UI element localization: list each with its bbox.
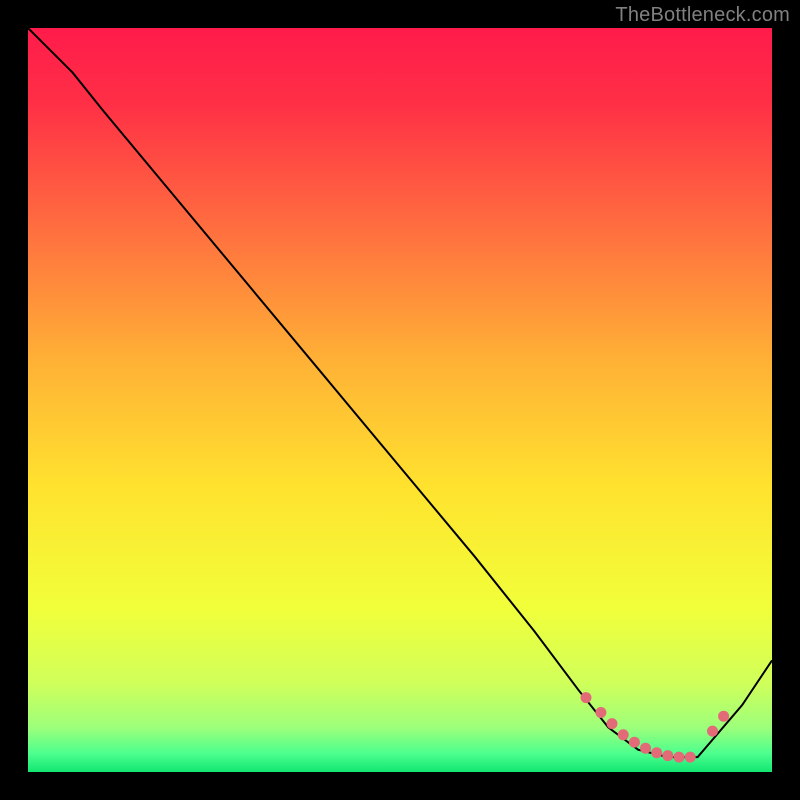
plot-background <box>28 28 772 772</box>
attribution-text: TheBottleneck.com <box>615 4 790 27</box>
marker-dot <box>629 737 640 748</box>
marker-dot <box>640 743 651 754</box>
marker-dot <box>685 752 696 763</box>
marker-dot <box>662 750 673 761</box>
marker-dot <box>718 711 729 722</box>
bottleneck-chart <box>0 0 800 800</box>
marker-dot <box>618 729 629 740</box>
chart-container: { "attribution": "TheBottleneck.com", "c… <box>0 0 800 800</box>
marker-dot <box>581 692 592 703</box>
marker-dot <box>651 747 662 758</box>
marker-dot <box>607 718 618 729</box>
marker-dot <box>707 726 718 737</box>
marker-dot <box>595 707 606 718</box>
marker-dot <box>674 752 685 763</box>
